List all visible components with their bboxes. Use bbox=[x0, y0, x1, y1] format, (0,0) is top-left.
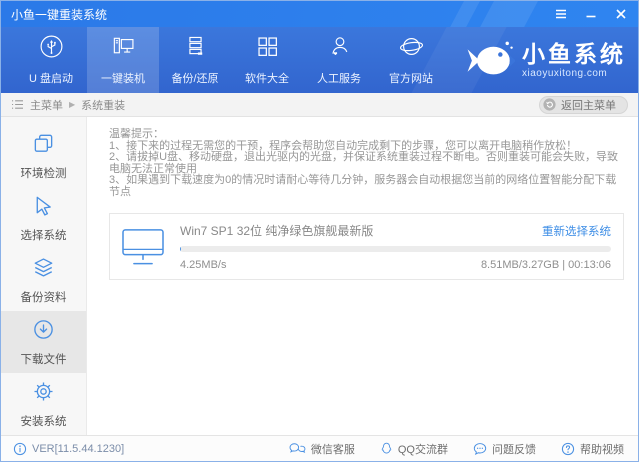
sidebar-item-env-check[interactable]: 环境检测 bbox=[1, 125, 86, 187]
download-file-icon bbox=[32, 318, 55, 346]
status-link-label: 帮助视频 bbox=[580, 441, 624, 457]
status-link-label: 微信客服 bbox=[311, 441, 355, 457]
breadcrumb-root[interactable]: 主菜单 bbox=[30, 97, 63, 113]
sidebar-item-select-system[interactable]: 选择系统 bbox=[1, 187, 86, 249]
env-check-icon bbox=[32, 132, 55, 160]
tips-title: 温馨提示： bbox=[109, 129, 624, 141]
sidebar-item-label: 下载文件 bbox=[21, 351, 67, 367]
version-info: VER[11.5.44.1230] bbox=[13, 442, 124, 456]
sidebar-item-backup-data[interactable]: 备份资料 bbox=[1, 249, 86, 311]
status-links: 微信客服 QQ交流群 问题反馈 bbox=[289, 441, 624, 457]
qq-group-link[interactable]: QQ交流群 bbox=[380, 441, 448, 457]
list-icon bbox=[11, 99, 24, 110]
nav-item-backup-restore[interactable]: 备份/还原 bbox=[159, 27, 231, 93]
tips-line: 2、请拔掉U盘、移动硬盘，退出光驱内的光盘，并保证系统重装过程不断电。否则重装可… bbox=[109, 152, 624, 175]
back-button-label: 返回主菜单 bbox=[561, 97, 616, 113]
sidebar-item-label: 备份资料 bbox=[21, 289, 67, 305]
main-nav: U 盘启动 一键装机 备份/还原 bbox=[1, 27, 638, 93]
app-window: 小鱼一键重装系统 bbox=[0, 0, 639, 462]
logo-domain: xiaoyuxitong.com bbox=[522, 69, 626, 79]
install-system-icon bbox=[32, 380, 55, 408]
logo-name: 小鱼系统 bbox=[522, 43, 626, 66]
help-video-link[interactable]: 帮助视频 bbox=[561, 441, 624, 457]
backup-data-icon bbox=[32, 256, 55, 284]
download-size-time: 8.51MB/3.27GB | 00:13:06 bbox=[481, 259, 611, 271]
computer-icon bbox=[111, 34, 136, 64]
download-progress-fill bbox=[180, 246, 181, 252]
download-title: Win7 SP1 32位 纯净绿色旗舰最新版 bbox=[180, 222, 373, 239]
breadcrumb-bar: 主菜单 ▶ 系统重装 返回主菜单 bbox=[1, 93, 638, 117]
monitor-icon bbox=[120, 227, 166, 267]
nav-label: U 盘启动 bbox=[29, 70, 73, 86]
customer-service-icon bbox=[327, 34, 352, 64]
nav-label: 软件大全 bbox=[245, 70, 289, 86]
back-to-menu-button[interactable]: 返回主菜单 bbox=[539, 96, 628, 114]
title-bar: 小鱼一键重装系统 bbox=[1, 1, 638, 27]
version-text: VER[11.5.44.1230] bbox=[32, 443, 124, 455]
tips-line: 3、如果遇到下载速度为0的情况时请耐心等待几分钟，服务器会自动根据您当前的网络位… bbox=[109, 175, 624, 198]
nav-label: 人工服务 bbox=[317, 70, 361, 86]
select-system-icon bbox=[32, 194, 55, 222]
breadcrumb-current: 系统重装 bbox=[81, 97, 125, 113]
nav-label: 备份/还原 bbox=[171, 70, 218, 86]
reselect-system-link[interactable]: 重新选择系统 bbox=[542, 223, 611, 239]
tips-block: 温馨提示： 1、接下来的过程无需您的干预，程序会帮助您自动完成剩下的步骤，您可以… bbox=[109, 129, 624, 198]
breadcrumb-arrow-icon: ▶ bbox=[69, 100, 75, 109]
wechat-support-link[interactable]: 微信客服 bbox=[289, 441, 355, 457]
nav-item-usb-boot[interactable]: U 盘启动 bbox=[15, 27, 87, 93]
step-sidebar: 环境检测 选择系统 备份资料 bbox=[1, 117, 87, 435]
brand-logo: 小鱼系统 xiaoyuxitong.com bbox=[465, 36, 626, 85]
nav-item-service[interactable]: 人工服务 bbox=[303, 27, 375, 93]
status-bar: VER[11.5.44.1230] 微信客服 QQ交流群 bbox=[1, 435, 638, 461]
nav-item-one-key-install[interactable]: 一键装机 bbox=[87, 27, 159, 93]
sidebar-item-label: 环境检测 bbox=[21, 165, 67, 181]
sidebar-item-label: 选择系统 bbox=[21, 227, 67, 243]
back-arrow-icon bbox=[543, 98, 556, 111]
close-icon[interactable] bbox=[614, 7, 628, 21]
menu-icon[interactable] bbox=[554, 7, 568, 21]
sidebar-item-label: 安装系统 bbox=[21, 413, 67, 429]
titlebar-stripe bbox=[442, 1, 487, 27]
info-icon bbox=[13, 442, 27, 456]
nav-label: 官方网站 bbox=[389, 70, 433, 86]
nav-item-website[interactable]: 官方网站 bbox=[375, 27, 447, 93]
feedback-link[interactable]: 问题反馈 bbox=[473, 441, 536, 457]
sidebar-item-download-file[interactable]: 下载文件 bbox=[1, 311, 86, 373]
minimize-icon[interactable] bbox=[584, 7, 598, 21]
sidebar-item-install-system[interactable]: 安装系统 bbox=[1, 373, 86, 435]
titlebar-stripe bbox=[472, 1, 545, 27]
download-item: Win7 SP1 32位 纯净绿色旗舰最新版 重新选择系统 4.25MB/s 8… bbox=[109, 213, 624, 280]
fish-logo-icon bbox=[465, 36, 515, 85]
main-content: 温馨提示： 1、接下来的过程无需您的干预，程序会帮助您自动完成剩下的步骤，您可以… bbox=[87, 117, 638, 435]
download-progress-bar bbox=[180, 246, 611, 252]
window-title: 小鱼一键重装系统 bbox=[11, 6, 107, 23]
download-speed: 4.25MB/s bbox=[180, 259, 226, 271]
nav-item-software[interactable]: 软件大全 bbox=[231, 27, 303, 93]
status-link-label: 问题反馈 bbox=[492, 441, 536, 457]
nav-label: 一键装机 bbox=[101, 70, 145, 86]
window-controls bbox=[554, 7, 628, 21]
status-link-label: QQ交流群 bbox=[398, 441, 448, 457]
website-globe-icon bbox=[399, 34, 424, 64]
backup-restore-icon bbox=[183, 34, 208, 64]
apps-grid-icon bbox=[255, 34, 280, 64]
usb-icon bbox=[39, 34, 64, 64]
